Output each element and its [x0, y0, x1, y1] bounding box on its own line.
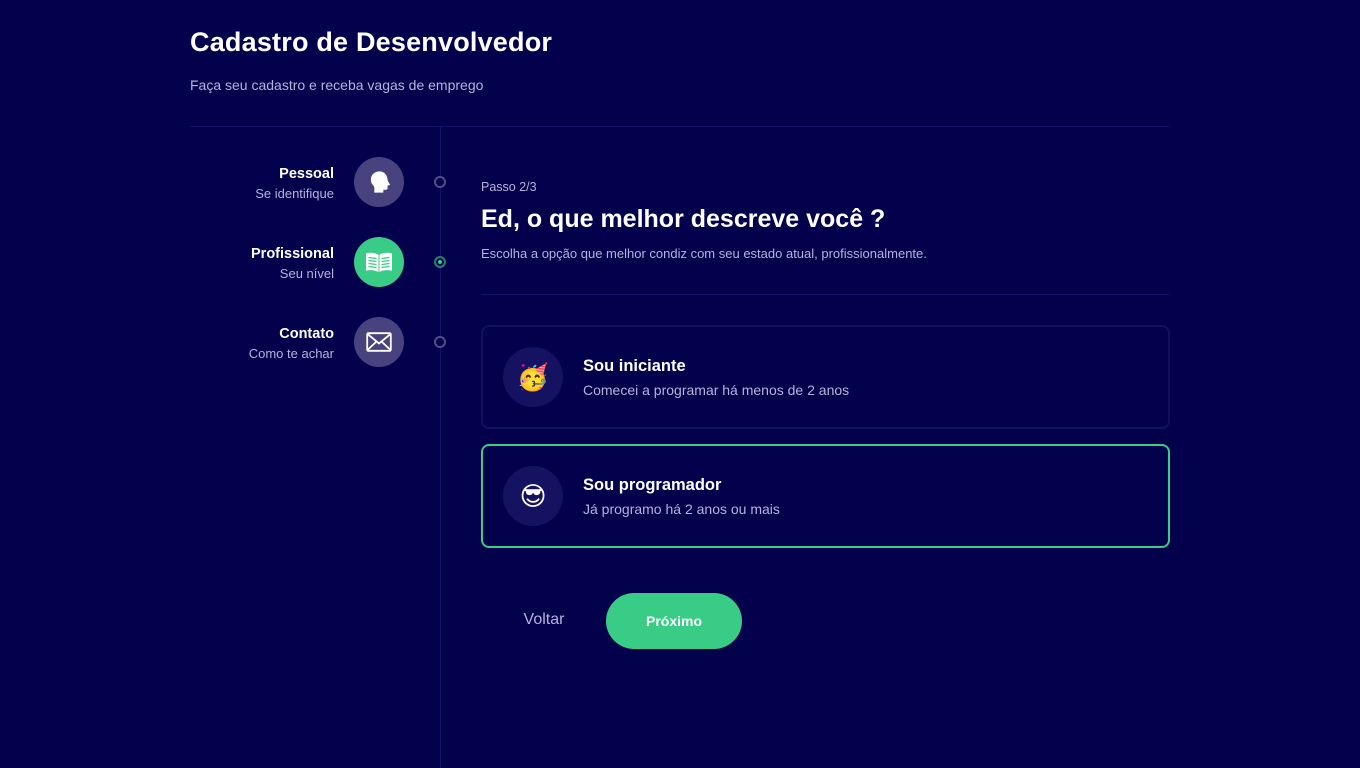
next-button[interactable]: Próximo	[606, 593, 742, 649]
party-face-icon: 🥳	[503, 347, 563, 407]
step-indicator-dot	[434, 176, 446, 188]
step-contato[interactable]: Contato Como te achar	[190, 317, 446, 367]
step-indicator-dot	[434, 256, 446, 268]
header-divider	[190, 126, 1169, 127]
page-subtitle: Faça seu cadastro e receba vagas de empr…	[190, 77, 484, 93]
page-header: Cadastro de Desenvolvedor Faça seu cadas…	[190, 26, 552, 93]
content-divider	[481, 294, 1169, 295]
mail-icon	[354, 317, 404, 367]
option-subtitle: Já programo há 2 anos ou mais	[583, 501, 780, 517]
registration-page: Cadastro de Desenvolvedor Faça seu cadas…	[0, 0, 1360, 768]
option-title: Sou iniciante	[583, 357, 686, 375]
step-text: Profissional Seu nível	[251, 245, 334, 282]
step-title: Profissional	[251, 246, 334, 262]
option-subtitle: Comecei a programar há menos de 2 anos	[583, 382, 850, 398]
option-iniciante[interactable]: 🥳 Sou iniciante Comecei a programar há m…	[481, 325, 1170, 429]
step-content: Passo 2/3 Ed, o que melhor descreve você…	[481, 180, 1169, 261]
step-indicator-dot	[434, 336, 446, 348]
step-pessoal[interactable]: Pessoal Se identifique	[190, 157, 446, 207]
step-subtitle: Seu nível	[279, 266, 334, 281]
step-counter: Passo 2/3	[481, 180, 537, 194]
step-hint: Escolha a opção que melhor condiz com se…	[481, 246, 927, 261]
option-title: Sou programador	[583, 476, 722, 494]
head-icon	[354, 157, 404, 207]
step-text: Contato Como te achar	[249, 325, 334, 362]
step-profissional[interactable]: Profissional Seu nível	[190, 237, 446, 287]
step-subtitle: Se identifique	[255, 186, 334, 201]
sidebar-divider	[440, 127, 441, 768]
step-question: Ed, o que melhor descreve você ?	[481, 205, 886, 233]
step-title: Pessoal	[279, 166, 334, 182]
page-title: Cadastro de Desenvolvedor	[190, 27, 553, 57]
step-title: Contato	[279, 326, 334, 342]
step-subtitle: Como te achar	[248, 346, 334, 361]
sunglasses-face-icon: 😎	[503, 466, 563, 526]
book-icon	[354, 237, 404, 287]
back-button[interactable]: Voltar	[505, 600, 583, 640]
step-text: Pessoal Se identifique	[255, 165, 334, 202]
option-programador[interactable]: 😎 Sou programador Já programo há 2 anos …	[481, 444, 1170, 548]
